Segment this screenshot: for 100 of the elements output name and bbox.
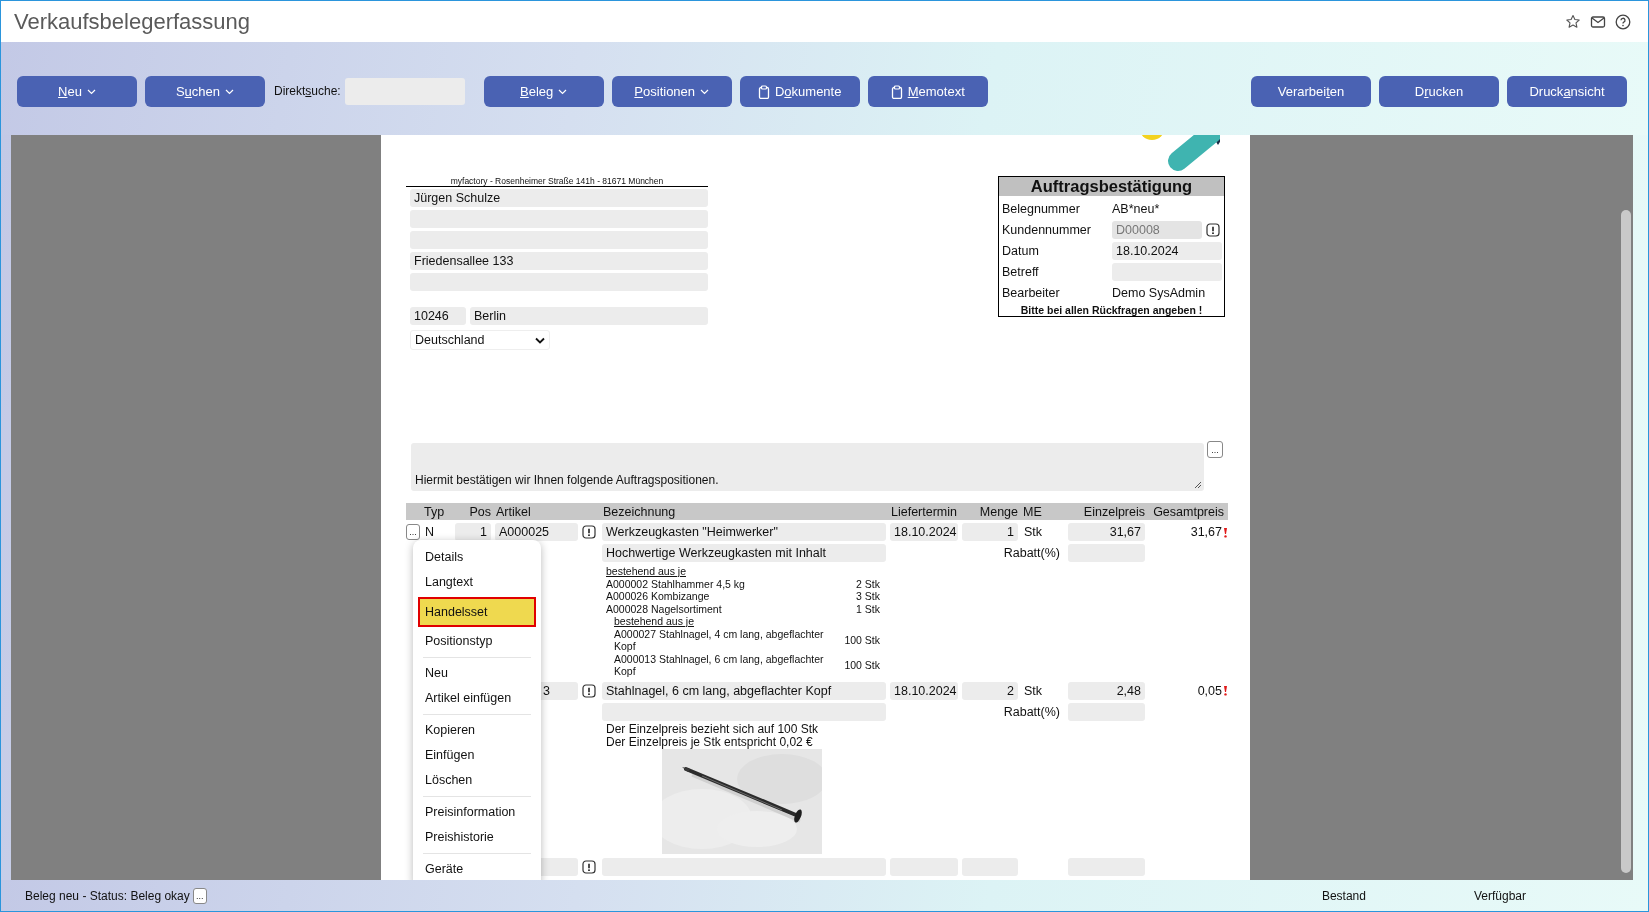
menu-item[interactable]: Preishistorie <box>413 825 541 850</box>
chevron-icon <box>535 336 545 344</box>
column-header: Pos <box>468 504 492 519</box>
column-header: Gesamtpreis <box>1152 504 1225 519</box>
sender-line: myfactory - Rosenheimer Straße 141h - 81671 München <box>406 176 708 187</box>
column-header: Artikel <box>495 504 532 519</box>
address-field[interactable]: Jürgen Schulze <box>410 189 708 207</box>
field-value: AB*neu* <box>1112 201 1161 216</box>
field-label: Rabatt(%) <box>1002 704 1061 719</box>
menu-item[interactable]: Details <box>413 545 541 570</box>
field-label: Rabatt(%) <box>1002 546 1061 560</box>
field-label: Bearbeiter <box>1002 285 1061 300</box>
column-header: Verfügbar <box>1473 888 1526 903</box>
column-header: Einzelpreis <box>1082 504 1146 519</box>
zip-field[interactable]: 10246 <box>410 307 466 325</box>
toolbar-button[interactable]: Dokumente <box>739 76 860 107</box>
menu-item[interactable]: Artikel einfügen <box>413 686 541 711</box>
search-field[interactable] <box>344 78 465 105</box>
price-field[interactable]: 2,48 <box>1068 681 1145 700</box>
footer-note: Bitte bei allen Rückfragen angeben ! <box>1019 304 1204 316</box>
field-label: Kundennummer <box>1002 222 1092 237</box>
dropdown-button[interactable]: Neu <box>17 76 137 107</box>
set-heading: bestehend aus je <box>614 615 695 628</box>
dropdown-button[interactable]: Positionen <box>611 76 732 107</box>
field-value: Demo SysAdmin <box>1112 285 1207 300</box>
position-field[interactable]: 1 <box>455 523 491 541</box>
input-field: D00008 <box>1112 220 1202 239</box>
clipboard-icon <box>890 84 903 99</box>
long-text-field[interactable]: Hochwertige Werkzeugkasten mit Inhalt <box>602 544 886 562</box>
menu-item[interactable]: Preisinformation <box>413 800 541 825</box>
scrollbar-thumb[interactable] <box>1621 210 1631 873</box>
document-title: Auftragsbestätigung <box>999 177 1224 196</box>
quantity-field[interactable]: 1 <box>962 523 1018 541</box>
table-cell-text: N <box>424 525 436 539</box>
description-field[interactable]: Stahlnagel, 6 cm lang, abgeflachter Kopf <box>602 681 886 700</box>
note-text: Der Einzelpreis je Stk entspricht 0,02 € <box>606 735 814 749</box>
toolbar-button[interactable]: Druckansicht <box>1507 76 1627 107</box>
country-select[interactable]: Deutschland <box>410 330 550 350</box>
address-field[interactable]: Friedensallee 133 <box>410 252 708 270</box>
menu-item[interactable]: Geräte <box>413 857 541 880</box>
article-field[interactable]: A000025 <box>495 523 578 541</box>
menu-item[interactable]: Einfügen <box>413 743 541 768</box>
table-cell: 0,05 <box>1197 683 1222 698</box>
toolbar-button[interactable]: Drucken <box>1379 76 1499 107</box>
column-header: Liefertermin <box>890 504 958 519</box>
menu-item[interactable]: Kopieren <box>413 718 541 743</box>
caret-icon <box>86 88 96 95</box>
clipboard-icon <box>757 84 770 99</box>
field-label: Datum <box>1002 243 1040 258</box>
more-button[interactable]: ... <box>192 887 207 904</box>
set-item: A000026 Kombizange <box>606 590 710 603</box>
table-cell-text: Stk <box>1023 683 1044 698</box>
description-field[interactable]: Werkzeugkasten "Heimwerker" <box>602 523 886 541</box>
toolbar-button[interactable]: Verarbeiten <box>1251 76 1371 107</box>
exclamation-icon[interactable] <box>582 683 596 698</box>
set-item: A000028 Nagelsortiment <box>606 602 722 615</box>
quantity-field[interactable]: 2 <box>962 681 1018 700</box>
dropdown-button[interactable]: Beleg <box>483 76 604 107</box>
mail-icon[interactable] <box>1590 13 1606 30</box>
text-area[interactable]: Hiermit bestätigen wir Ihnen folgende Auftragspositionen. <box>411 443 1204 491</box>
caret-icon <box>700 88 710 95</box>
menu-item[interactable]: Handelsset <box>418 597 536 627</box>
set-item: A000027 Stahlnagel, 4 cm lang, abgeflachter Kopf <box>614 627 825 653</box>
price-field[interactable]: 31,67 <box>1068 523 1145 541</box>
set-quantity: 100 Stk <box>844 633 880 647</box>
more-button[interactable]: ... <box>1207 441 1223 458</box>
column-header: Bezeichnung <box>602 504 677 519</box>
note-text: Der Einzelpreis bezieht sich auf 100 Stk <box>606 722 820 736</box>
table-cell: 31,67 <box>1190 525 1222 539</box>
column-header: Bestand <box>1321 888 1366 903</box>
status-text: Beleg neu - Status: Beleg okay <box>25 888 190 903</box>
city-field[interactable]: Berlin <box>470 307 708 325</box>
dropdown-button[interactable]: Suchen <box>145 76 265 107</box>
exclamation-icon[interactable] <box>582 859 596 874</box>
set-quantity: 100 Stk <box>844 658 880 672</box>
menu-item[interactable]: Neu <box>413 661 541 686</box>
resize-grip-icon <box>1194 481 1202 489</box>
input-field[interactable]: 18.10.2024 <box>1112 241 1222 260</box>
window-title: Verkaufsbelegerfassung <box>14 8 251 35</box>
set-quantity: 1 Stk <box>856 602 880 615</box>
set-quantity: 3 Stk <box>856 590 880 603</box>
menu-item[interactable]: Löschen <box>413 768 541 793</box>
caret-icon <box>225 88 235 95</box>
exclamation-icon[interactable] <box>582 525 596 539</box>
row-menu-button[interactable]: ... <box>406 524 420 540</box>
field-label: Betreff <box>1002 264 1040 279</box>
search-label: Direktsuche: <box>274 83 341 100</box>
menu-item[interactable]: Positionstyp <box>413 629 541 654</box>
set-item: A000013 Stahlnagel, 6 cm lang, abgeflachter Kopf <box>614 652 825 678</box>
table-cell-text: Stk <box>1023 525 1044 539</box>
caret-icon <box>558 88 568 95</box>
column-header: Menge <box>978 504 1019 519</box>
star-icon[interactable] <box>1565 13 1581 30</box>
set-item: A000002 Stahlhammer 4,5 kg <box>606 577 745 590</box>
help-icon[interactable] <box>1615 13 1631 30</box>
toolbar-button[interactable]: Memotext <box>867 76 988 107</box>
date-field[interactable]: 18.10.2024 <box>890 681 958 700</box>
column-header: Typ <box>423 504 446 519</box>
menu-item[interactable]: Langtext <box>413 570 541 595</box>
date-field[interactable]: 18.10.2024 <box>890 523 958 541</box>
